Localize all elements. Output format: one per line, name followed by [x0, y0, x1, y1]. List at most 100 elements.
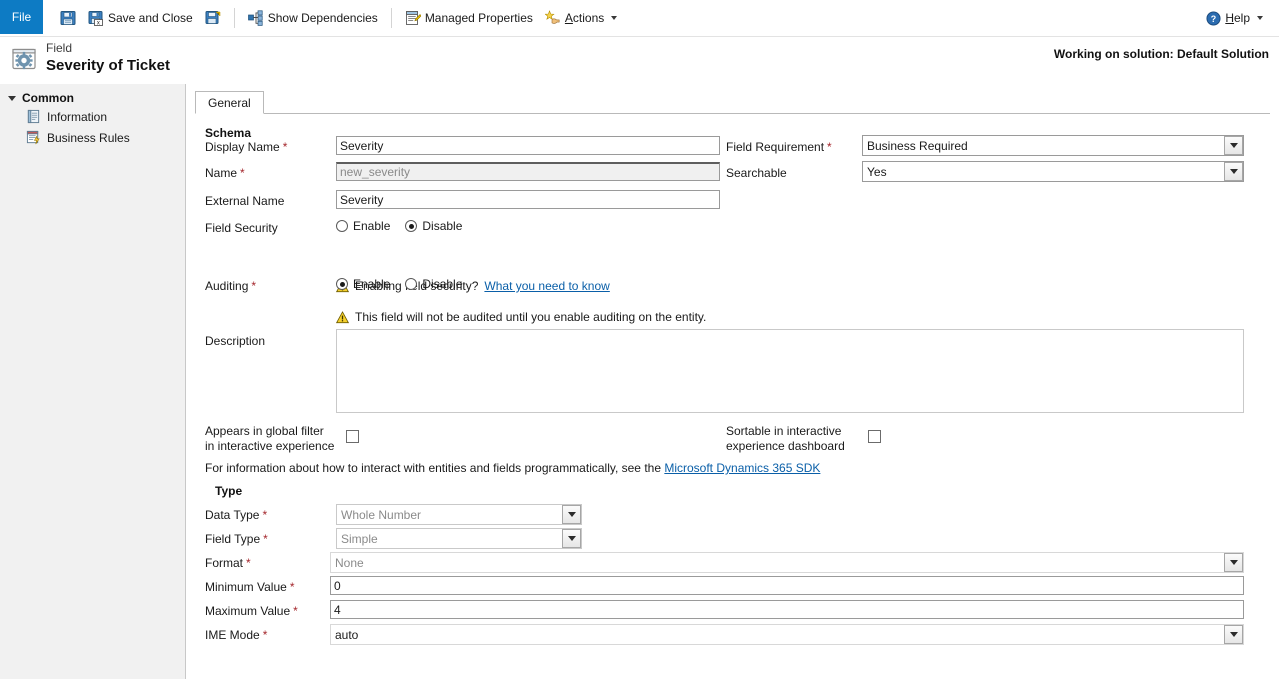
what-you-need-to-know-link[interactable]: What you need to know: [484, 279, 609, 293]
name-label: Name: [205, 166, 237, 180]
show-dependencies-button[interactable]: Show Dependencies: [242, 5, 384, 31]
field-requirement-value: Business Required: [863, 139, 1224, 153]
display-name-label-row: Display Name*: [205, 140, 287, 154]
searchable-value: Yes: [863, 165, 1224, 179]
sortable-label: Sortable in interactive experience dashb…: [726, 424, 851, 454]
dynamics-365-sdk-link[interactable]: Microsoft Dynamics 365 SDK: [664, 461, 820, 475]
field-requirement-label: Field Requirement: [726, 140, 824, 154]
data-type-select[interactable]: Whole Number: [336, 504, 582, 525]
schema-name-input[interactable]: [336, 162, 720, 181]
ime-mode-value: auto: [331, 628, 1224, 642]
data-type-label-row: Data Type*: [205, 508, 267, 522]
auditing-label-row: Auditing*: [205, 279, 256, 293]
sidebar-item-business-rules[interactable]: Business Rules: [0, 127, 185, 148]
field-security-radio-group: Enable Disable: [336, 219, 462, 233]
auditing-disable-label: Disable: [422, 277, 462, 291]
ime-mode-label-row: IME Mode*: [205, 628, 267, 642]
managed-properties-label: Managed Properties: [425, 11, 533, 25]
required-star: *: [246, 556, 251, 570]
external-name-label: External Name: [205, 194, 284, 208]
sdk-info-text: For information about how to interact wi…: [205, 461, 661, 475]
radio-circle-selected: [336, 278, 348, 290]
format-label-row: Format*: [205, 556, 251, 570]
chevron-down-icon[interactable]: [1224, 553, 1243, 572]
required-star: *: [262, 508, 267, 522]
field-security-enable-radio[interactable]: Enable: [336, 219, 390, 233]
field-type-value: Simple: [337, 532, 562, 546]
file-tab-label: File: [12, 10, 31, 24]
chevron-down-icon[interactable]: [562, 529, 581, 548]
maximum-value-input[interactable]: [330, 600, 1244, 619]
minimum-value-label: Minimum Value: [205, 580, 287, 594]
page-title: Severity of Ticket: [46, 57, 170, 74]
required-star: *: [251, 279, 256, 293]
chevron-down-icon[interactable]: [1224, 625, 1243, 644]
radio-circle: [336, 220, 348, 232]
sidebar-item-information[interactable]: Information: [0, 106, 185, 127]
maximum-value-label-row: Maximum Value*: [205, 604, 298, 618]
field-gear-icon: [10, 46, 38, 77]
save-and-new-button[interactable]: [199, 5, 227, 31]
maximum-value-label: Maximum Value: [205, 604, 290, 618]
file-tab[interactable]: File: [0, 0, 43, 34]
required-star: *: [290, 580, 295, 594]
minimum-value-input[interactable]: [330, 576, 1244, 595]
auditing-enable-radio[interactable]: Enable: [336, 277, 390, 291]
chevron-down-icon[interactable]: [1224, 162, 1243, 181]
sidebar-group-label: Common: [22, 91, 74, 105]
field-requirement-select[interactable]: Business Required: [862, 135, 1244, 156]
svg-text:?: ?: [1211, 13, 1216, 23]
save-button[interactable]: [54, 5, 82, 31]
global-filter-checkbox[interactable]: [346, 430, 359, 443]
auditing-warning: This field will not be audited until you…: [336, 310, 706, 324]
managed-properties-button[interactable]: Managed Properties: [399, 5, 539, 31]
triangle-down-icon: [8, 96, 16, 101]
auditing-label: Auditing: [205, 279, 248, 293]
actions-menu-button[interactable]: Actions: [539, 5, 623, 31]
svg-text:x: x: [97, 21, 100, 27]
tab-general-label: General: [208, 96, 251, 110]
auditing-warning-text: This field will not be audited until you…: [355, 310, 706, 324]
toolbar-divider-1: [234, 8, 235, 28]
searchable-label-row: Searchable: [726, 166, 787, 180]
description-label-row: Description: [205, 334, 265, 348]
searchable-label: Searchable: [726, 166, 787, 180]
actions-star-icon: [545, 10, 561, 26]
searchable-select[interactable]: Yes: [862, 161, 1244, 182]
body-container: Common Information: [0, 84, 1279, 679]
toolbar-divider-2: [391, 8, 392, 28]
field-type-select[interactable]: Simple: [336, 528, 582, 549]
help-icon: ?: [1206, 11, 1221, 26]
radio-circle-selected: [405, 220, 417, 232]
save-and-close-button[interactable]: x Save and Close: [82, 5, 199, 31]
ime-mode-select[interactable]: auto: [330, 624, 1244, 645]
field-security-disable-radio[interactable]: Disable: [405, 219, 462, 233]
format-select[interactable]: None: [330, 552, 1244, 573]
business-rules-icon: [26, 130, 41, 145]
tab-general[interactable]: General: [195, 91, 264, 114]
auditing-radio-group: Enable Disable: [336, 277, 462, 291]
field-type-label-row: Field Type*: [205, 532, 268, 546]
chevron-down-icon[interactable]: [1224, 136, 1243, 155]
description-textarea[interactable]: [336, 329, 1244, 413]
sidebar-group-common[interactable]: Common: [0, 90, 185, 106]
warning-triangle-icon: [336, 311, 349, 324]
ribbon-toolbar: File: [0, 0, 1279, 37]
auditing-disable-radio[interactable]: Disable: [405, 277, 462, 291]
field-requirement-label-row: Field Requirement*: [726, 140, 832, 154]
ribbon-right-group: ? Help: [1200, 0, 1279, 36]
required-star: *: [283, 140, 288, 154]
display-name-input[interactable]: [336, 136, 720, 155]
description-label: Description: [205, 334, 265, 348]
sidebar-item-label: Information: [47, 110, 107, 124]
main-content: General Schema Display Name* Field Requi…: [185, 84, 1279, 679]
save-and-close-label: Save and Close: [108, 11, 193, 25]
sortable-checkbox[interactable]: [868, 430, 881, 443]
chevron-down-icon[interactable]: [562, 505, 581, 524]
field-security-label-row: Field Security: [205, 221, 278, 235]
help-menu-button[interactable]: ? Help: [1200, 5, 1269, 31]
required-star: *: [240, 166, 245, 180]
chevron-down-icon: [1257, 16, 1263, 20]
field-security-disable-label: Disable: [422, 219, 462, 233]
external-name-input[interactable]: [336, 190, 720, 209]
